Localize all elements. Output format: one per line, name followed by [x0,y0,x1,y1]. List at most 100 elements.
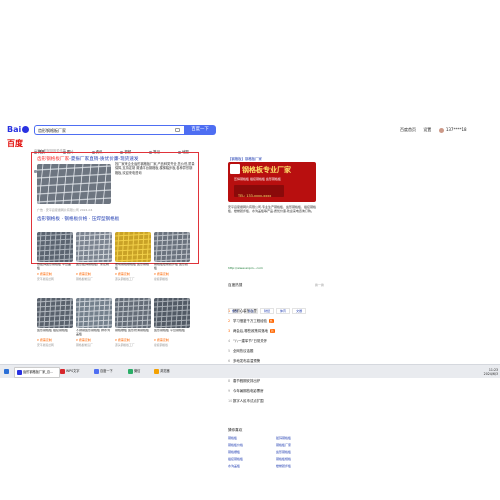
start-button[interactable] [2,367,12,376]
product-price: ¥ 按需定制 [115,338,130,342]
ad-title-keyword: 齿形钢格板厂家 [37,157,70,162]
hot-label: “八一建军节”日常关怀 [233,339,268,343]
product-card[interactable]: 齿形镀锌钢格板厂家定制 ¥ 按需定制 钢格板制造厂 [76,232,112,300]
product-image[interactable] [37,298,73,328]
wps-icon [60,368,65,374]
hot-search-item[interactable]: 5 全网热议话题 [228,348,324,355]
product-title[interactable]: 热镀锌齿形钢格板 平台盖板 [37,263,73,271]
taskbar: 齿形钢格板厂家_百... WPS文字 百度一下 微信 浏览器 11:23 202… [0,364,500,378]
related-link[interactable]: 齿形钢格板 [276,450,291,454]
related-link[interactable]: 钢格板厂家 [276,443,291,447]
product-shop[interactable]: 安平夏振丝网 [37,343,73,347]
product-image[interactable] [154,298,190,328]
taskbar-item-baidu[interactable]: 百度一下 [92,367,126,376]
home-link[interactable]: 百度首页 [400,127,416,132]
settings-link[interactable]: 设置 [423,127,431,132]
banner-title: 钢格板专业厂家 [242,166,291,174]
product-title[interactable]: 齿形镀锌钢格板厂家定制 [76,263,112,271]
product-shop[interactable]: 源头钢格板工厂 [115,277,151,281]
product-title[interactable]: 不锈钢齿形钢格板 排水沟盖板 [76,329,112,337]
right-card-description: 安平县夏振网片有限公司,专业生产钢格板、齿形钢格板、插接钢格板、楼梯踏步板、水沟… [228,205,316,213]
product-price: ¥ 按需定制 [76,272,91,276]
product-image[interactable] [37,232,73,262]
product-card[interactable]: 钢格板楼梯踏步板 齿形踏板 ¥ 按需定制 夏振钢格板 [154,232,190,300]
paw-icon [22,126,30,133]
product-image[interactable] [76,298,112,328]
avatar[interactable] [438,127,444,133]
brand-logo-icon [230,164,240,174]
right-card-title[interactable]: 【钢格板】钢格板厂家 [228,156,262,161]
product-card[interactable]: 玻璃钢格栅格板 齿形钢格板 ¥ 按需定制 源头钢格板工厂 [115,232,151,300]
product-title[interactable]: 齿形钢格板 平台钢格板 [154,329,190,337]
taskbar-item-browser2[interactable]: 浏览器 [152,367,182,376]
product-card[interactable]: 不锈钢齿形钢格板 排水沟盖板 ¥ 按需定制 钢格板制造厂 [76,298,112,366]
product-image[interactable] [76,232,112,262]
product-price: ¥ 按需定制 [37,272,52,276]
refresh-link[interactable]: 换一换 [315,283,324,287]
related-link[interactable]: 楼梯踏步板 [276,464,291,468]
product-title[interactable]: 钢格栅板 齿形防滑钢格板 [115,329,151,337]
hot-search-item[interactable]: 1 把初心装在心里 [228,308,324,315]
product-price: ¥ 按需定制 [154,338,169,342]
product-card[interactable]: 齿形钢格板 平台钢格板 ¥ 按需定制 夏振钢格板 [154,298,190,366]
hot-search-item[interactable]: 10数字人民币试点扩围 [228,398,324,405]
product-shop[interactable]: 安平夏振丝网 [37,277,73,281]
product-card[interactable]: 齿形钢格板 插接钢格板 ¥ 按需定制 安平夏振丝网 [37,298,73,366]
hot-search-item[interactable]: 4 “八一建军节”日常关怀 [228,338,324,345]
hot-search-item[interactable]: 9 今年暑期档电影票房 [228,388,324,395]
taskbar-item-browser[interactable]: 齿形钢格板厂家_百... [14,367,60,378]
related-link[interactable]: 钢格板 [228,436,237,440]
product-title[interactable]: 玻璃钢格栅格板 齿形钢格板 [115,263,151,271]
related-link[interactable]: 水沟盖板 [228,464,240,468]
related-link[interactable]: 钢格栅板 [228,450,240,454]
related-link[interactable]: 钢格板价格 [228,443,243,447]
hot-label: 多地发布高温预警 [233,359,261,363]
clock-date: 2024/6/3 [483,372,498,376]
logo-text-cn: 百度 [7,139,23,148]
product-title[interactable]: 钢格板楼梯踏步板 齿形踏板 [154,263,190,271]
hot-tag: 热 [268,319,274,323]
camera-icon[interactable] [175,128,180,132]
product-shop[interactable]: 钢格板制造厂 [76,343,112,347]
right-card-banner[interactable]: 钢格板专业厂家 压焊钢格板 插接钢格板 齿形钢格板 TEL: 133-xxxx-… [228,162,316,202]
hot-label: 全网热议话题 [233,349,254,353]
product-image[interactable] [115,298,151,328]
hot-label: 两会后,哪些政策将落地 [233,329,268,333]
product-shop[interactable]: 源头钢格板工厂 [115,343,151,347]
hot-label: 学习借鉴千万工程经验 [233,319,267,323]
product-image[interactable] [115,232,151,262]
search-button[interactable]: 百度一下 [184,125,216,135]
product-title[interactable]: 齿形钢格板 插接钢格板 [37,329,73,337]
hot-search-item[interactable]: 3 两会后,哪些政策将落地新 [228,328,324,335]
ad-image[interactable] [37,164,111,204]
search-input[interactable]: 齿形钢格板厂家 [34,125,184,135]
ad-sitelinks: 齿形钢格板 · 钢格板价格 · 压焊型钢格板 [37,217,120,222]
hot-search-item[interactable]: 2 学习借鉴千万工程经验热 [228,318,324,325]
baidu-logo[interactable]: Bai 百度 [7,123,35,148]
product-card[interactable]: 热镀锌齿形钢格板 平台盖板 ¥ 按需定制 安平夏振丝网 [37,232,73,300]
banner-phone: TEL: 133-xxxx-xxxx [238,194,272,198]
hot-search-item[interactable]: 8 春节假期安排出炉 [228,378,324,385]
related-link[interactable]: 插接钢格板 [228,457,243,461]
product-shop[interactable]: 钢格板制造厂 [76,277,112,281]
related-link[interactable]: 镀锌钢格板 [276,436,291,440]
related-link[interactable]: 钢格板规格 [276,457,291,461]
product-shop[interactable]: 夏振钢格板 [154,277,190,281]
ad-sitelink[interactable]: 齿形钢格板 [37,217,60,222]
logo-text: Bai [7,125,22,134]
ad-sitelink[interactable]: 钢格板价格 [64,217,87,222]
product-price: ¥ 按需定制 [76,338,91,342]
username[interactable]: 137****18 [446,127,467,132]
windows-icon [4,368,9,374]
product-image[interactable] [154,232,190,262]
right-card-url[interactable]: http://www.anpin...com [228,266,263,270]
product-card[interactable]: 钢格栅板 齿形防滑钢格板 ¥ 按需定制 源头钢格板工厂 [115,298,151,366]
taskbar-item-wps[interactable]: WPS文字 [58,367,92,376]
product-shop[interactable]: 夏振钢格板 [154,343,190,347]
taskbar-item-wechat[interactable]: 微信 [126,367,152,376]
ad-sitelink[interactable]: 压焊型钢格板 [92,217,120,222]
hot-label: 今年暑期档电影票房 [233,389,264,393]
product-price: ¥ 按需定制 [37,338,52,342]
hot-label: 把初心装在心里 [233,309,257,313]
clock[interactable]: 11:23 2024/6/3 [460,367,500,377]
